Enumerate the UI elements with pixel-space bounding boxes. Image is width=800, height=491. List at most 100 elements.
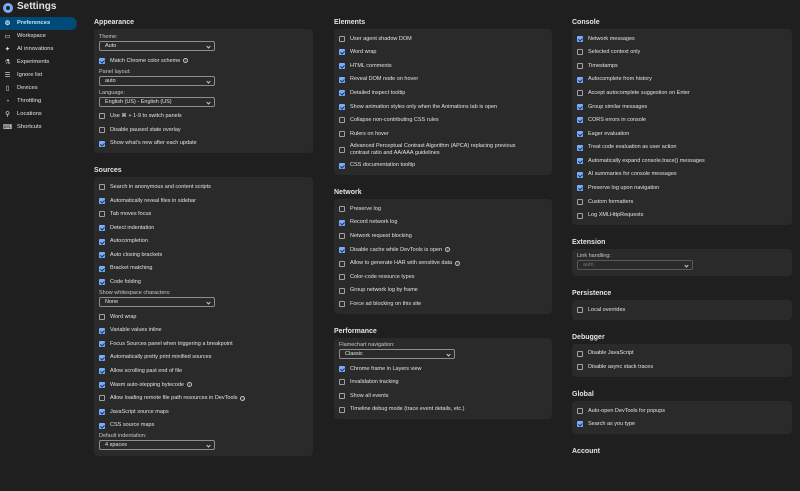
elements-option-checkbox[interactable] <box>339 76 345 83</box>
performance-option-checkbox[interactable] <box>339 365 345 372</box>
indent-select[interactable]: 4 spaces <box>99 440 215 451</box>
remote-row[interactable]: Allow loading remote file path resources… <box>97 392 310 406</box>
request-blocking-row[interactable]: Network request blocking <box>337 230 549 244</box>
sidebar-item-shortcuts[interactable]: ⌨ Shortcuts <box>0 121 77 134</box>
console-option-checkbox[interactable] <box>577 62 583 69</box>
sources-option-checkbox[interactable] <box>99 327 105 334</box>
search-type-row[interactable]: Search as you type <box>575 418 789 432</box>
sources-option-row[interactable]: Focus Sources panel when triggering a br… <box>97 337 310 351</box>
sidebar-item-locations[interactable]: ⚲ Locations <box>0 108 77 121</box>
console-option-row[interactable]: CORS errors in console <box>575 114 789 128</box>
elements-option-checkbox[interactable] <box>339 117 345 124</box>
auto-open-row[interactable]: Auto-open DevTools for popups <box>575 404 789 418</box>
info-icon[interactable]: i <box>455 261 461 267</box>
link-handling-select[interactable]: auto <box>577 260 693 271</box>
group-frame-row[interactable]: Group network log by frame <box>337 284 549 298</box>
elements-option-checkbox[interactable] <box>339 90 345 97</box>
async-stack-checkbox[interactable] <box>577 364 583 371</box>
console-option-checkbox[interactable] <box>577 130 583 137</box>
auto-open-checkbox[interactable] <box>577 407 583 414</box>
remote-checkbox[interactable] <box>99 395 105 402</box>
sources-option-row[interactable]: Automatically reveal files in sidebar <box>97 194 310 208</box>
sidebar-item-ignore-list[interactable]: ☰ Ignore list <box>0 69 77 82</box>
console-option-row[interactable]: AI summaries for console messages <box>575 168 789 182</box>
disable-cache-checkbox[interactable] <box>339 246 345 253</box>
console-option-checkbox[interactable] <box>577 198 583 205</box>
console-option-row[interactable]: Treat code evaluation as user action <box>575 141 789 155</box>
local-overrides-checkbox[interactable] <box>577 307 583 314</box>
language-select[interactable]: English (US) - English (US) <box>99 96 215 107</box>
local-overrides-row[interactable]: Local overrides <box>575 303 789 317</box>
apca-row[interactable]: Advanced Perceptual Contrast Algorithm (… <box>337 141 549 159</box>
console-option-checkbox[interactable] <box>577 117 583 124</box>
match-chrome-row[interactable]: Match Chrome color scheme i <box>97 54 310 68</box>
sidebar-item-throttling[interactable]: ◔ Throttling <box>0 95 77 108</box>
performance-option-row[interactable]: Invalidation tracking <box>337 376 549 390</box>
appearance-option-checkbox[interactable] <box>99 126 105 133</box>
css-doc-row[interactable]: CSS documentation tooltip <box>337 159 549 173</box>
console-option-checkbox[interactable] <box>577 103 583 110</box>
panel-layout-select[interactable]: auto <box>99 75 215 86</box>
disable-cache-row[interactable]: Disable cache while DevTools is open i <box>337 243 549 257</box>
theme-select[interactable]: Auto <box>99 41 215 51</box>
sidebar-item-preferences[interactable]: ⚙ Preferences <box>0 17 77 30</box>
console-option-checkbox[interactable] <box>577 35 583 42</box>
async-stack-row[interactable]: Disable async stack traces <box>575 361 789 375</box>
appearance-option-row[interactable]: Disable paused state overlay <box>97 123 310 137</box>
console-option-row[interactable]: Eager evaluation <box>575 127 789 141</box>
console-option-row[interactable]: Group similar messages <box>575 100 789 114</box>
sources-option-checkbox[interactable] <box>99 279 105 286</box>
sources-option-row[interactable]: Automatically pretty print minified sour… <box>97 351 310 365</box>
appearance-option-row[interactable]: Show what's new after each update <box>97 137 310 151</box>
sources-option-checkbox[interactable] <box>99 238 105 245</box>
preserve-log-checkbox[interactable] <box>339 206 345 213</box>
color-code-row[interactable]: Color-code resource types <box>337 270 549 284</box>
wasm-checkbox[interactable] <box>99 381 105 388</box>
elements-option-row[interactable]: Show animation styles only when the Anim… <box>337 100 549 114</box>
elements-option-row[interactable]: Word wrap <box>337 46 549 60</box>
console-option-checkbox[interactable] <box>577 144 583 151</box>
search-type-checkbox[interactable] <box>577 421 583 428</box>
performance-option-checkbox[interactable] <box>339 406 345 413</box>
disable-js-checkbox[interactable] <box>577 350 583 357</box>
record-log-checkbox[interactable] <box>339 219 345 226</box>
sources-option-row[interactable]: Word wrap <box>97 310 310 324</box>
elements-option-checkbox[interactable] <box>339 35 345 42</box>
console-option-row[interactable]: Selected context only <box>575 46 789 60</box>
sources-option-row[interactable]: Bracket matching <box>97 262 310 276</box>
performance-option-row[interactable]: Timeline debug mode (trace event details… <box>337 403 549 417</box>
elements-option-checkbox[interactable] <box>339 130 345 137</box>
console-option-row[interactable]: Custom formatters <box>575 195 789 209</box>
source-map-option-checkbox[interactable] <box>99 422 105 429</box>
elements-option-checkbox[interactable] <box>339 103 345 110</box>
sidebar-item-workspace[interactable]: ▭ Workspace <box>0 30 77 43</box>
console-option-checkbox[interactable] <box>577 158 583 165</box>
whitespace-select[interactable]: None <box>99 297 215 308</box>
sources-option-row[interactable]: Autocompletion <box>97 235 310 249</box>
sources-option-row[interactable]: Tab moves focus <box>97 208 310 222</box>
request-blocking-checkbox[interactable] <box>339 233 345 240</box>
console-option-row[interactable]: Log XMLHttpRequests <box>575 209 789 223</box>
console-option-checkbox[interactable] <box>577 171 583 178</box>
sources-option-checkbox[interactable] <box>99 197 105 204</box>
wasm-row[interactable]: Wasm auto-stepping bytecode i <box>97 378 310 392</box>
performance-option-row[interactable]: Chrome frame in Layers view <box>337 362 549 376</box>
sources-option-row[interactable]: Search in anonymous and content scripts <box>97 180 310 194</box>
console-option-row[interactable]: Timestamps <box>575 59 789 73</box>
sources-option-checkbox[interactable] <box>99 354 105 361</box>
performance-option-checkbox[interactable] <box>339 393 345 400</box>
console-option-row[interactable]: Autocomplete from history <box>575 73 789 87</box>
appearance-option-checkbox[interactable] <box>99 113 105 120</box>
source-map-option-row[interactable]: JavaScript source maps <box>97 405 310 419</box>
console-option-checkbox[interactable] <box>577 90 583 97</box>
force-ad-checkbox[interactable] <box>339 301 345 308</box>
console-option-checkbox[interactable] <box>577 185 583 192</box>
group-frame-checkbox[interactable] <box>339 287 345 294</box>
source-map-option-row[interactable]: CSS source maps <box>97 419 310 433</box>
sources-option-checkbox[interactable] <box>99 265 105 272</box>
match-chrome-checkbox[interactable] <box>99 57 105 64</box>
apca-checkbox[interactable] <box>339 146 345 153</box>
elements-option-row[interactable]: HTML comments <box>337 59 549 73</box>
sources-option-row[interactable]: Allow scrolling past end of file <box>97 365 310 379</box>
sources-option-row[interactable]: Variable values inline <box>97 324 310 338</box>
